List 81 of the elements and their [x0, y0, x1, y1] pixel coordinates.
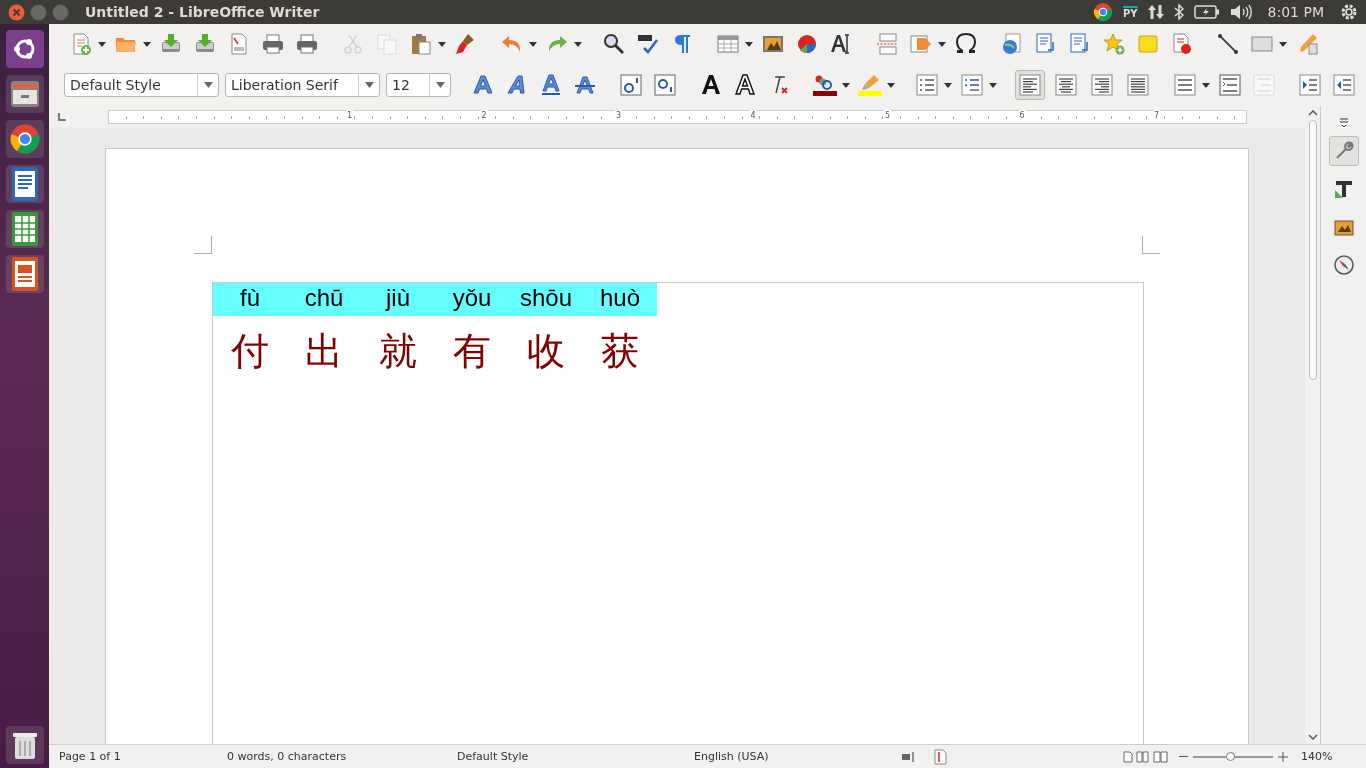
pinyin-text: shōu — [519, 283, 572, 313]
zoom-slider-thumb[interactable] — [1225, 751, 1235, 761]
properties-deck-button[interactable] — [1328, 136, 1359, 166]
font-size-combo[interactable]: 12 — [386, 73, 451, 97]
clock[interactable]: 8:01 PM — [1267, 4, 1324, 20]
volume-icon[interactable] — [1229, 4, 1252, 20]
dropdown-caret-icon[interactable] — [887, 82, 895, 88]
font-name-combo[interactable]: Liberation Serif — [225, 73, 380, 97]
file-cabinet-icon — [8, 78, 41, 110]
corner-mark — [194, 236, 212, 254]
paragraph-style-combo[interactable]: Default Style — [64, 73, 219, 97]
zoom-in-icon[interactable] — [1278, 751, 1288, 762]
dropdown-caret-icon[interactable] — [944, 82, 952, 88]
browser-icon — [8, 123, 41, 155]
writer-launcher[interactable] — [5, 165, 44, 203]
styles-icon — [1332, 178, 1355, 200]
language: English (USA) — [694, 750, 770, 763]
horizontal-ruler[interactable]: 1 2 3 4 5 6 7 — [108, 110, 1247, 124]
view-layout-icon[interactable] — [1123, 750, 1169, 763]
input-method-indicator[interactable]: PY — [1123, 5, 1138, 19]
pinyin-text: huò — [599, 283, 640, 313]
dropdown-caret-icon — [435, 82, 445, 88]
numbered-list-icon[interactable] — [958, 71, 986, 99]
word-count: 0 words, 0 characters — [227, 750, 348, 763]
align-left-button[interactable] — [1015, 70, 1045, 100]
dropdown-caret-icon[interactable] — [1279, 41, 1287, 47]
zoom-slider[interactable] — [1193, 755, 1273, 758]
trash-launcher[interactable] — [5, 726, 44, 764]
file-cabinet-launcher[interactable] — [5, 75, 44, 113]
settings-icon[interactable] — [1340, 3, 1358, 21]
increase-indent-icon[interactable] — [1296, 71, 1324, 99]
ruler-number: 3 — [615, 110, 623, 122]
chinese-character: 就 — [379, 328, 417, 375]
calc-launcher[interactable] — [5, 210, 44, 248]
dropdown-caret-icon[interactable] — [529, 41, 537, 47]
document-signature-icon[interactable] — [933, 748, 947, 765]
subscript-icon[interactable] — [651, 71, 679, 99]
network-arrows-icon[interactable] — [1147, 3, 1164, 21]
dropdown-caret-icon — [203, 82, 213, 88]
compass-icon — [1332, 254, 1355, 276]
page-count: Page 1 of 1 — [59, 750, 122, 763]
window-title: Untitled 2 - LibreOffice Writer — [85, 4, 320, 20]
dropdown-caret-icon[interactable] — [1202, 82, 1210, 88]
line-spacing-icon[interactable] — [1171, 71, 1199, 99]
superscript-icon[interactable] — [617, 71, 645, 99]
pinyin-text: chū — [304, 283, 344, 313]
browser-launcher[interactable] — [5, 120, 44, 158]
bulleted-list-icon[interactable] — [913, 71, 941, 99]
chinese-character: 收 — [527, 328, 565, 375]
menu-icon[interactable] — [1337, 116, 1350, 128]
corner-mark — [1142, 236, 1160, 254]
pinyin-text: jiù — [386, 283, 410, 313]
dropdown-caret-icon[interactable] — [745, 41, 753, 47]
impress-launcher[interactable] — [5, 255, 44, 293]
bluetooth-icon[interactable] — [1173, 4, 1184, 20]
insert-mode-icon[interactable] — [901, 750, 915, 763]
browser-icon[interactable] — [1093, 2, 1113, 22]
dropdown-caret-icon[interactable] — [143, 41, 151, 47]
dropdown-caret-icon[interactable] — [574, 41, 582, 47]
pinyin-text: fù — [240, 283, 260, 313]
close-icon[interactable] — [8, 3, 25, 21]
scrollbar-thumb[interactable] — [1308, 120, 1317, 380]
dropdown-caret-icon[interactable] — [438, 41, 446, 47]
pinyin-text: yǒu — [452, 283, 492, 313]
zoom-percentage[interactable]: 140% — [1301, 750, 1333, 763]
dropdown-caret-icon — [364, 82, 374, 88]
battery-icon[interactable] — [1193, 5, 1220, 19]
chinese-character: 出 — [305, 328, 343, 375]
page-style: Default Style — [457, 750, 530, 763]
dropdown-caret-icon[interactable] — [98, 41, 106, 47]
paragraph-spacing-icon[interactable] — [1216, 71, 1244, 99]
dropdown-caret-icon[interactable] — [842, 82, 850, 88]
chinese-character: 有 — [453, 328, 491, 375]
tab-stop-icon[interactable] — [58, 113, 66, 121]
chinese-character: 获 — [601, 328, 639, 375]
ruler-number: 6 — [1018, 110, 1026, 122]
decrease-indent-icon[interactable] — [1330, 71, 1358, 99]
dropdown-caret-icon[interactable] — [938, 41, 946, 47]
dash-button[interactable] — [5, 30, 44, 68]
chinese-character: 付 — [231, 328, 269, 375]
dropdown-caret-icon[interactable] — [989, 82, 997, 88]
